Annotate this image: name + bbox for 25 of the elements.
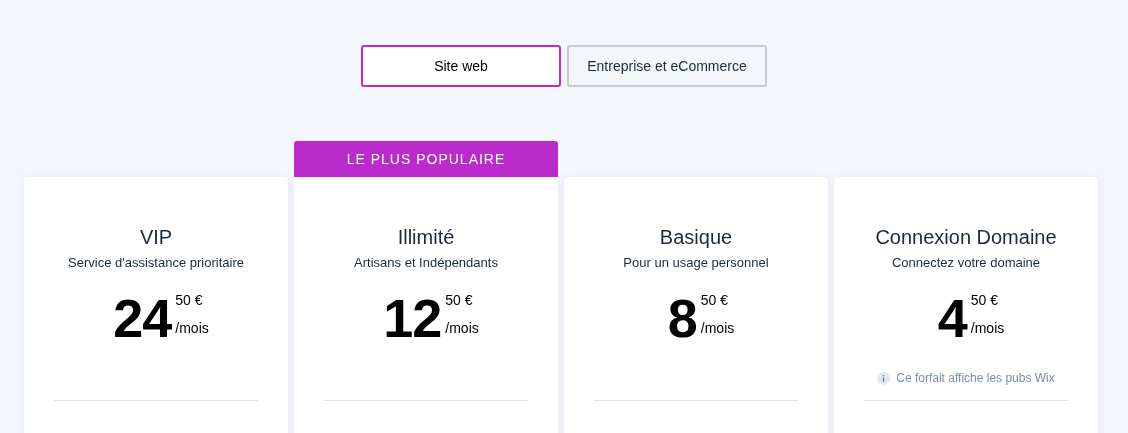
info-icon	[877, 371, 891, 385]
price-period: /mois	[445, 320, 479, 336]
plan-name: Basique	[659, 225, 733, 249]
price-amount: 8	[667, 288, 697, 348]
price-amount: 12	[383, 288, 442, 348]
price-cents: 50 €	[700, 292, 730, 308]
price-amount: 4	[937, 288, 967, 348]
plan-name: VIP	[139, 225, 173, 249]
price-amount: 24	[113, 288, 172, 348]
plan-name: Connexion Domaine	[875, 225, 1057, 249]
price-period: /mois	[175, 320, 209, 336]
plan-subtitle: Service d'assistance prioritaire	[68, 255, 244, 270]
price-period: /mois	[700, 320, 735, 336]
plan-note: Ce forfait affiche les pubs Wix	[896, 371, 1055, 385]
popular-banner: LE PLUS POPULAIRE	[294, 141, 558, 177]
plan-name: Illimité	[397, 225, 455, 249]
plan-subtitle: Connectez votre domaine	[891, 255, 1041, 270]
price-cents: 50 €	[970, 292, 1000, 308]
price-period: /mois	[970, 320, 1005, 336]
plan-tab[interactable]: Site web	[361, 45, 561, 87]
plan-subtitle: Artisans et Indépendants	[354, 255, 498, 270]
plan-tab[interactable]: Entreprise et eCommerce	[567, 45, 767, 87]
plan-subtitle: Pour un usage personnel	[623, 255, 769, 270]
price-cents: 50 €	[175, 292, 204, 308]
price-cents: 50 €	[445, 292, 474, 308]
